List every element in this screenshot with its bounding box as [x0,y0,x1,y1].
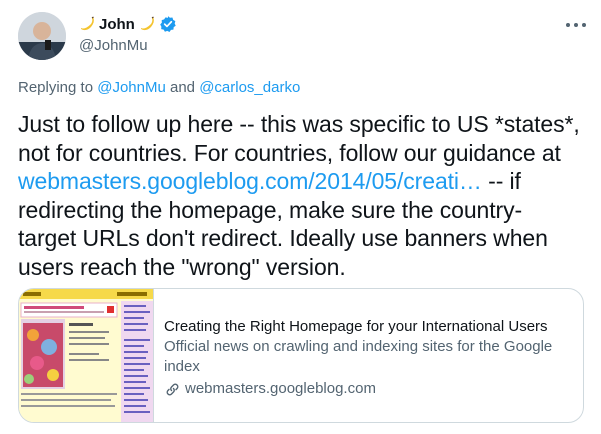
banana-icon [140,16,154,31]
card-domain: webmasters.googleblog.com [164,379,574,399]
tweet-link[interactable]: webmasters.googleblog.com/2014/05/creati… [18,168,482,194]
reply-user-link[interactable]: @carlos_darko [199,79,300,96]
tweet-line: webmasters.googleblog.com/2014/05/creati… [18,167,593,196]
avatar[interactable] [18,12,66,60]
card-thumbnail [19,289,154,422]
banana-icon [81,16,94,31]
tweet-text: Just to follow up here -- this was speci… [18,110,593,281]
tweet-line-rest: -- if [481,168,521,194]
more-options-icon[interactable] [566,22,586,28]
tweet-line: Just to follow up here -- this was speci… [18,111,580,137]
link-icon [166,383,179,395]
replying-to-and: and [169,79,196,96]
tweet-line: target URLs don't redirect. Ideally use … [18,225,548,251]
author-handle[interactable]: @JohnMu [79,37,148,54]
tweet-line: users reach the "wrong" version. [18,253,346,280]
author-name-row[interactable]: John [79,13,177,35]
card-domain-text: webmasters.googleblog.com [185,380,376,397]
verified-badge-icon [160,16,176,32]
card-title: Creating the Right Homepage for your Int… [164,318,548,335]
author-name[interactable]: John [99,16,135,33]
card-text: Creating the Right Homepage for your Int… [164,317,574,399]
tweet-line: not for countries. For countries, follow… [18,139,561,166]
replying-to: Replying to @JohnMu and @carlos_darko [18,79,300,96]
tweet-line: redirecting the homepage, make sure the … [18,196,523,223]
replying-to-label: Replying to [18,79,94,96]
link-preview-card[interactable]: Creating the Right Homepage for your Int… [18,288,584,423]
reply-user-link[interactable]: @JohnMu [97,79,166,96]
card-description: Official news on crawling and indexing s… [164,338,553,375]
